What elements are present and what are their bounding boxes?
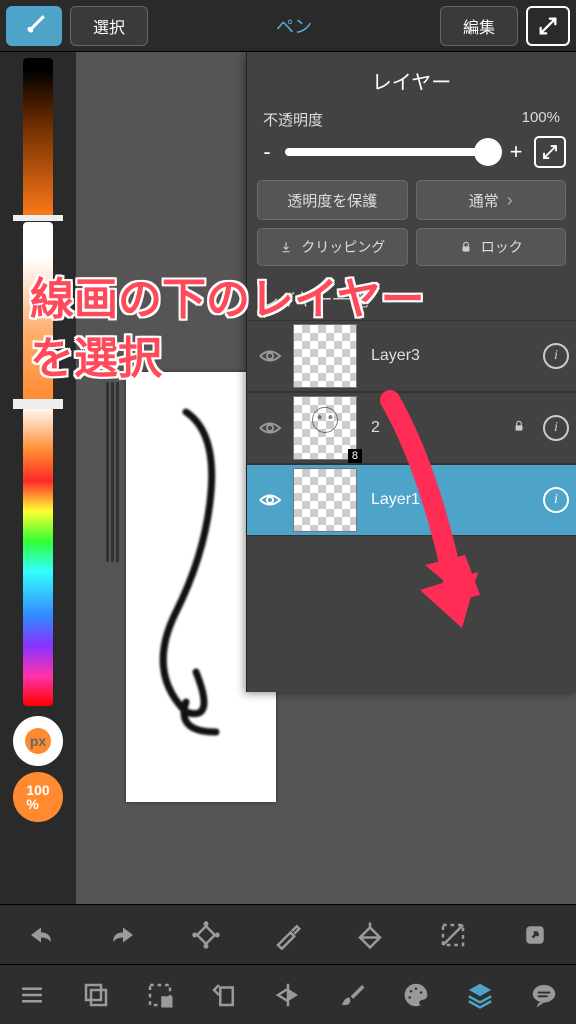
hue-strip[interactable]	[23, 406, 53, 706]
lock-icon	[512, 419, 536, 438]
brush-icon	[21, 13, 47, 39]
transform-icon	[191, 920, 221, 950]
blend-mode-label: 通常	[469, 190, 499, 211]
panel-expand-button[interactable]	[534, 136, 566, 168]
layer-row[interactable]: Layer1 i	[247, 464, 576, 536]
visibility-toggle[interactable]	[247, 488, 293, 512]
menu-button[interactable]	[4, 967, 60, 1023]
selection-button[interactable]	[425, 907, 481, 963]
opacity-label: 不透明度	[263, 109, 323, 130]
chat-icon	[529, 980, 559, 1010]
lock-icon	[459, 240, 473, 254]
color-strip-dark[interactable]	[23, 58, 53, 218]
marquee-button[interactable]	[132, 967, 188, 1023]
layer-thumbnail: 8	[293, 396, 357, 460]
selection-icon	[438, 920, 468, 950]
select-button[interactable]: 選択	[70, 6, 148, 46]
undo-button[interactable]	[13, 907, 69, 963]
layer-row[interactable]: 8 2 i	[247, 392, 576, 464]
share-button[interactable]	[507, 907, 563, 963]
clipping-label: クリッピング	[301, 237, 385, 257]
copy-icon	[81, 980, 111, 1010]
clipping-button[interactable]: クリッピング	[257, 228, 408, 266]
top-toolbar: 選択 ペン 編集	[0, 0, 576, 52]
eye-icon	[258, 488, 282, 512]
layer-thumbnail	[293, 468, 357, 532]
share-icon	[520, 920, 550, 950]
visibility-toggle[interactable]	[247, 416, 293, 440]
redo-icon	[108, 920, 138, 950]
layers-nav-button[interactable]	[452, 967, 508, 1023]
action-toolbar	[0, 904, 576, 964]
eyedropper-button[interactable]	[260, 907, 316, 963]
opacity-increase-button[interactable]: +	[508, 139, 524, 165]
palette-button[interactable]	[388, 967, 444, 1023]
edit-button[interactable]: 編集	[440, 6, 518, 46]
menu-icon	[17, 980, 47, 1010]
layer-info-button[interactable]: i	[536, 487, 576, 513]
eyedropper-icon	[273, 920, 303, 950]
fullscreen-button[interactable]	[526, 6, 570, 46]
chevron-right-icon: ›	[507, 190, 513, 211]
layer-name: Layer1	[357, 491, 536, 509]
undo-icon	[26, 920, 56, 950]
lock-button[interactable]: ロック	[416, 228, 567, 266]
layer-info-button[interactable]: i	[536, 343, 576, 369]
ruler-vertical	[106, 382, 120, 562]
nav-toolbar	[0, 964, 576, 1024]
expand-icon	[537, 15, 559, 37]
protect-alpha-button[interactable]: 透明度を保護	[257, 180, 408, 220]
opacity-slider[interactable]	[285, 148, 498, 156]
eye-icon	[258, 416, 282, 440]
rotate-icon	[209, 980, 239, 1010]
chat-button[interactable]	[516, 967, 572, 1023]
lock-label: ロック	[481, 237, 523, 257]
layer-info-button[interactable]: i	[536, 415, 576, 441]
brush-size-indicator[interactable]: px	[13, 716, 63, 766]
brush-size-label: px	[30, 733, 46, 749]
color-sidebar: px 100%	[0, 52, 76, 904]
bucket-button[interactable]	[342, 907, 398, 963]
redo-button[interactable]	[95, 907, 151, 963]
layer-badge: 8	[348, 449, 362, 463]
layers-panel-title: レイヤー	[247, 52, 576, 105]
rotate-button[interactable]	[196, 967, 252, 1023]
clip-arrow-icon	[279, 240, 293, 254]
current-tool-label: ペン	[156, 13, 432, 39]
flip-icon	[273, 980, 303, 1010]
brush-opacity-indicator[interactable]: 100%	[13, 772, 63, 822]
brush-icon	[337, 980, 367, 1010]
blend-mode-button[interactable]: 通常 ›	[416, 180, 567, 220]
palette-icon	[401, 980, 431, 1010]
bucket-icon	[355, 920, 385, 950]
expand-icon	[541, 143, 559, 161]
flip-button[interactable]	[260, 967, 316, 1023]
transform-button[interactable]	[178, 907, 234, 963]
brush-nav-button[interactable]	[324, 967, 380, 1023]
layers-icon	[465, 980, 495, 1010]
opacity-value: 100%	[26, 783, 49, 811]
slider-handle[interactable]	[13, 403, 63, 409]
copy-button[interactable]	[68, 967, 124, 1023]
slider-handle[interactable]	[13, 215, 63, 221]
opacity-decrease-button[interactable]: -	[259, 139, 275, 165]
brush-tool-button[interactable]	[6, 6, 62, 46]
marquee-icon	[145, 980, 175, 1010]
annotation-text: 線画の下のレイヤー を選択	[30, 270, 425, 389]
opacity-value: 100%	[522, 109, 560, 130]
layer-name: 2	[357, 419, 512, 437]
